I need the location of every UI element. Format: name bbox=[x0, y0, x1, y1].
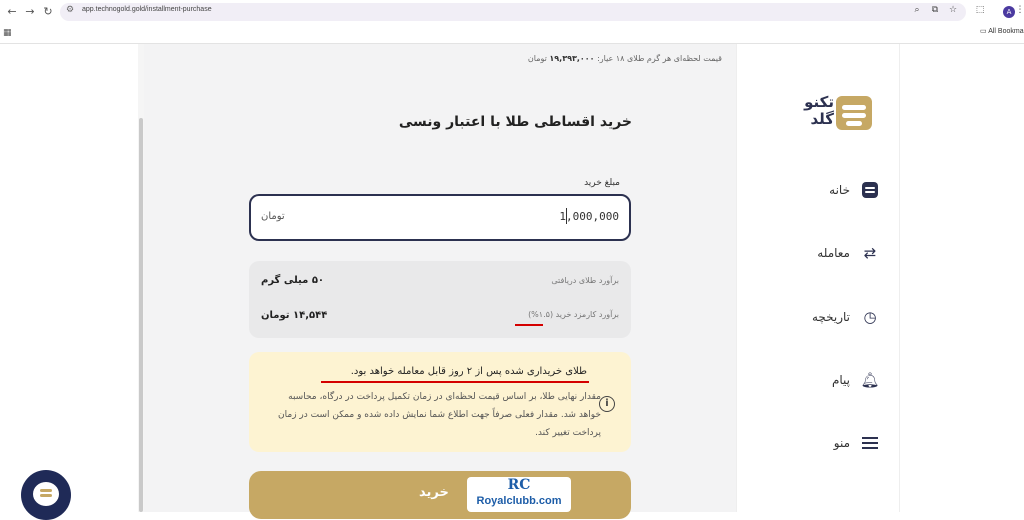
browser-chrome: ← → ↻ ⚙ app.technogold.gold/installment-… bbox=[0, 0, 1024, 44]
history-icon: ◷ bbox=[863, 308, 877, 326]
sidebar-item-home[interactable]: خانه bbox=[760, 178, 884, 204]
logo-text-line2: گلد bbox=[810, 110, 834, 128]
info-icon: i bbox=[599, 396, 615, 412]
amount-unit: تومان bbox=[261, 211, 285, 222]
bookmarks-label: All Bookma bbox=[988, 28, 1024, 35]
reload-icon[interactable]: ↻ bbox=[40, 4, 56, 20]
gold-price-value: ۱۹,۳۹۳,۰۰۰ bbox=[549, 54, 595, 63]
sidebar-item-history[interactable]: تاریخچه ◷ bbox=[760, 305, 884, 331]
sidebar-item-label: تاریخچه bbox=[811, 310, 850, 324]
warning-card: طلای خریداری شده پس از ۲ روز قابل معامله… bbox=[249, 352, 631, 452]
warning-body: مقدار نهایی طلا، بر اساس قیمت لحظه‌ای در… bbox=[278, 392, 601, 438]
star-icon[interactable]: ☆ bbox=[947, 5, 959, 15]
estimate-gold-value: ۵۰ میلی گرم bbox=[261, 275, 325, 286]
amount-input[interactable]: 1,000,000 تومان bbox=[249, 194, 631, 241]
gold-price-prefix: قیمت لحظه‌ای هر گرم طلای ۱۸ عیار: bbox=[597, 54, 722, 63]
trade-icon: ⇄ bbox=[863, 244, 877, 262]
all-bookmarks[interactable]: ▭ All Bookma bbox=[980, 27, 1024, 35]
logo-text-line1: تکنو bbox=[804, 93, 834, 111]
url-text[interactable]: app.technogold.gold/installment-purchase bbox=[82, 6, 212, 13]
support-chat-button[interactable] bbox=[21, 470, 71, 520]
estimate-fee-label: برآورد کارمزد خرید (۱.۵%) bbox=[528, 310, 619, 319]
page-right-margin bbox=[900, 44, 1024, 512]
warning-underline bbox=[321, 381, 589, 383]
extensions-icon[interactable]: ⬚ bbox=[974, 5, 986, 15]
forward-icon[interactable]: → bbox=[22, 4, 38, 20]
install-app-icon[interactable]: ⧉ bbox=[929, 5, 941, 15]
sidebar-item-label: معامله bbox=[817, 246, 850, 260]
sidebar-item-trade[interactable]: معامله ⇄ bbox=[760, 241, 884, 267]
estimate-fee-value: ۱۴,۵۴۴ تومان bbox=[261, 310, 328, 321]
gold-price-unit: تومان bbox=[527, 54, 547, 63]
fee-underline bbox=[515, 324, 543, 326]
zoom-icon[interactable]: ⌕ bbox=[911, 5, 923, 15]
sidebar-item-menu[interactable]: منو bbox=[760, 431, 884, 457]
estimate-card: برآورد طلای دریافتی ۵۰ میلی گرم برآورد ک… bbox=[249, 261, 631, 338]
logo-mark-icon bbox=[836, 96, 872, 130]
buy-label: خرید bbox=[419, 485, 449, 500]
sidebar-item-messages[interactable]: پیام 🔔︎ bbox=[760, 368, 884, 394]
logo-text: تکنو گلد bbox=[780, 94, 834, 128]
scrollbar-thumb[interactable] bbox=[139, 118, 143, 512]
sidebar-item-label: پیام bbox=[831, 373, 850, 387]
text-caret bbox=[566, 208, 567, 224]
sidebar-item-label: منو bbox=[833, 436, 850, 450]
watermark-logo: RC Royalclubb.com bbox=[467, 477, 571, 512]
apps-grid-icon[interactable]: ▦ bbox=[3, 28, 12, 38]
technogold-logo[interactable]: تکنو گلد bbox=[780, 94, 874, 134]
watermark-text: Royalclubb.com bbox=[476, 495, 562, 507]
browser-menu-icon[interactable]: ⋮ bbox=[1014, 5, 1024, 15]
page-title: خرید اقساطی طلا با اعتبار ونسی bbox=[398, 114, 632, 130]
sidebar-item-label: خانه bbox=[829, 183, 850, 197]
chat-icon bbox=[33, 482, 59, 506]
warning-headline: طلای خریداری شده پس از ۲ روز قابل معامله… bbox=[350, 366, 587, 377]
menu-icon bbox=[862, 437, 878, 449]
amount-label: مبلغ خرید bbox=[584, 178, 620, 188]
estimate-gold-label: برآورد طلای دریافتی bbox=[551, 276, 619, 285]
page-left-margin bbox=[0, 44, 140, 512]
amount-value[interactable]: 1,000,000 bbox=[559, 210, 619, 223]
gold-price-line: قیمت لحظه‌ای هر گرم طلای ۱۸ عیار: ۱۹,۳۹۳… bbox=[440, 54, 722, 63]
watermark-mark: RC bbox=[507, 477, 531, 493]
back-icon[interactable]: ← bbox=[4, 4, 20, 20]
bell-icon: 🔔︎ bbox=[860, 371, 880, 389]
site-info-icon[interactable]: ⚙ bbox=[66, 5, 74, 15]
home-icon bbox=[862, 182, 878, 198]
